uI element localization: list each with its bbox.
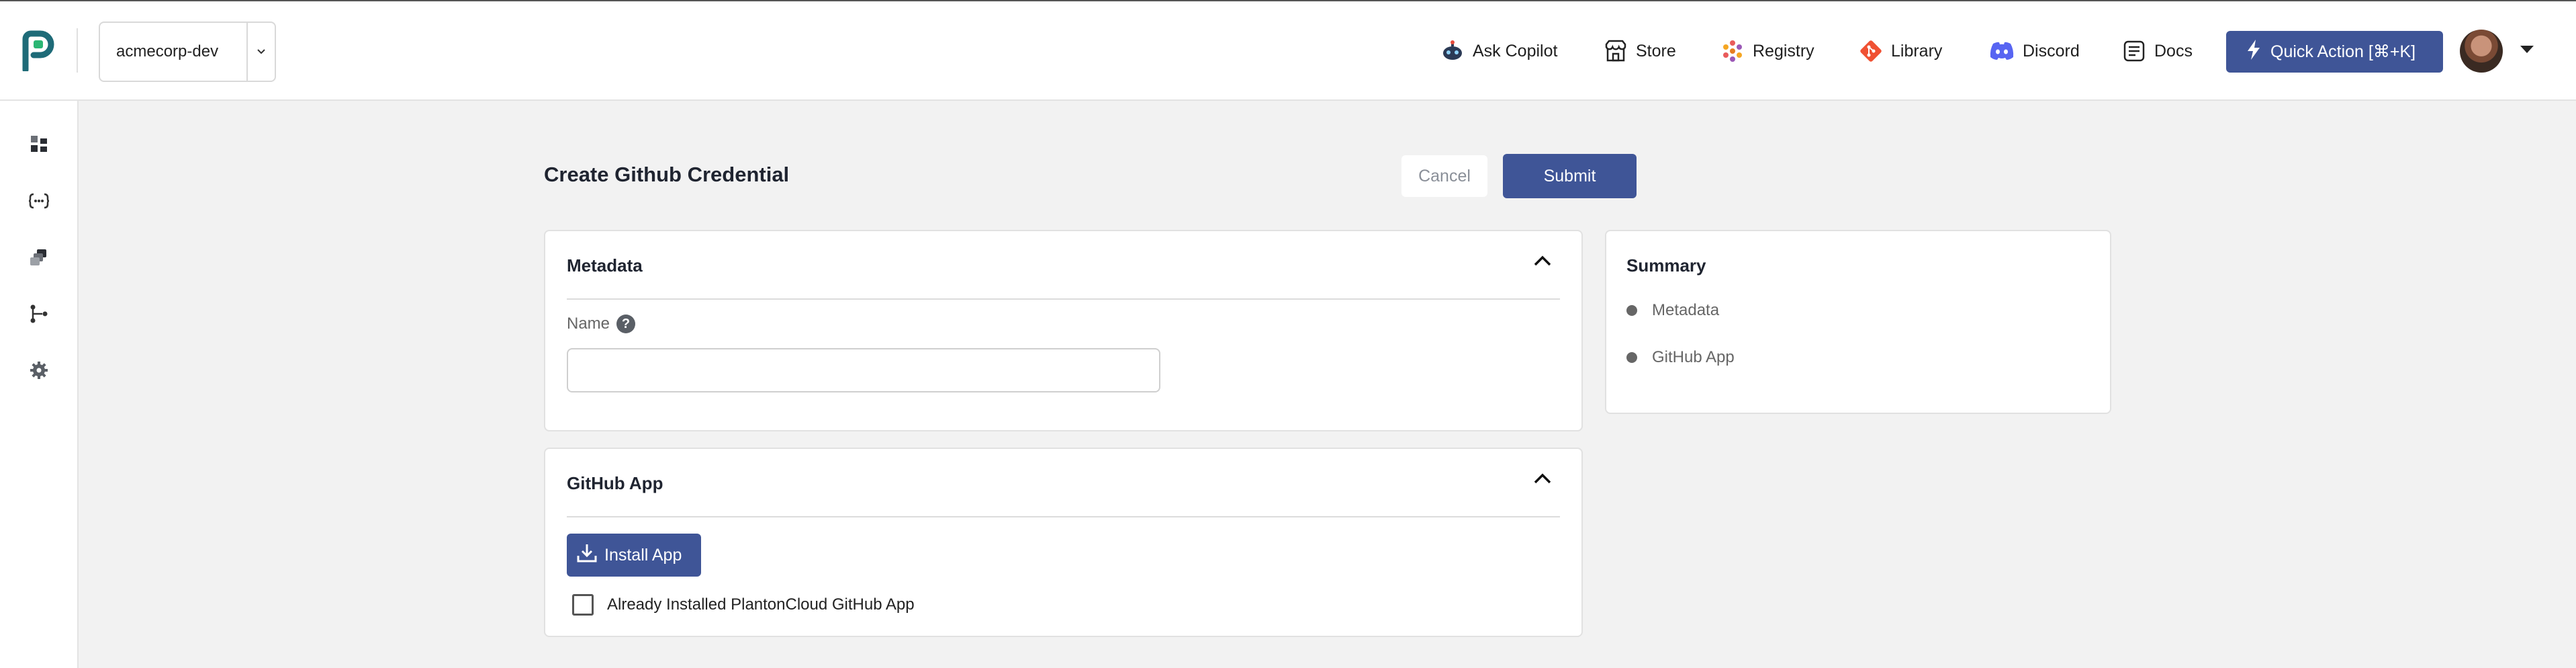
nav-registry-label: Registry: [1753, 41, 1814, 60]
flow-icon[interactable]: [28, 303, 50, 325]
summary-item-label: Metadata: [1652, 301, 1720, 319]
caret-down-icon[interactable]: [2520, 44, 2534, 57]
nav-discord[interactable]: Discord: [1989, 30, 2080, 73]
summary-card: Summary Metadata GitHub App: [1605, 230, 2111, 414]
cancel-button[interactable]: Cancel: [1401, 155, 1487, 197]
header-divider: [77, 28, 78, 73]
already-installed-label: Already Installed PlantonCloud GitHub Ap…: [607, 595, 915, 614]
settings-icon[interactable]: [28, 360, 50, 381]
top-bar: acmecorp-dev Ask Copilot Store Registry …: [0, 0, 2576, 101]
nav-discord-label: Discord: [2023, 41, 2080, 60]
nav-docs[interactable]: Docs: [2122, 30, 2193, 73]
summary-title: Summary: [1626, 255, 1706, 276]
org-selector[interactable]: acmecorp-dev: [99, 22, 276, 82]
github-app-divider: [567, 516, 1560, 517]
github-app-card: GitHub App Install App Already Installed…: [544, 448, 1583, 637]
nav-library[interactable]: Library: [1859, 30, 1942, 73]
summary-item-github-app[interactable]: GitHub App: [1626, 348, 1735, 367]
nav-docs-label: Docs: [2154, 41, 2193, 60]
chevron-up-icon[interactable]: [1533, 254, 1552, 271]
metadata-card: Metadata Name ?: [544, 230, 1583, 431]
git-icon: [1859, 39, 1883, 63]
name-field-label: Name ?: [567, 315, 636, 333]
nav-store-label: Store: [1636, 41, 1676, 60]
name-input[interactable]: [567, 348, 1160, 392]
nav-ask-copilot[interactable]: Ask Copilot: [1440, 30, 1557, 73]
org-name: acmecorp-dev: [116, 42, 219, 60]
already-installed-row[interactable]: Already Installed PlantonCloud GitHub Ap…: [572, 594, 915, 616]
install-app-button[interactable]: Install App: [567, 534, 701, 577]
nav-registry[interactable]: Registry: [1720, 30, 1814, 73]
copilot-icon: [1440, 40, 1465, 62]
stacks-icon[interactable]: [28, 247, 50, 268]
lightning-icon: [2246, 39, 2261, 65]
bullet-dot: [1626, 352, 1637, 363]
install-app-label: Install App: [604, 545, 682, 565]
already-installed-checkbox[interactable]: [572, 594, 594, 616]
nav-ask-copilot-label: Ask Copilot: [1473, 41, 1558, 60]
summary-item-label: GitHub App: [1652, 348, 1735, 366]
nav-library-label: Library: [1891, 41, 1943, 60]
sidebar: [0, 101, 79, 668]
store-icon: [1604, 39, 1628, 63]
help-icon[interactable]: ?: [616, 315, 636, 333]
bullet-dot: [1626, 305, 1637, 316]
nav-store[interactable]: Store: [1604, 30, 1676, 73]
registry-icon: [1720, 39, 1745, 63]
summary-item-metadata[interactable]: Metadata: [1626, 301, 1719, 320]
chevron-up-icon[interactable]: [1533, 472, 1552, 489]
chevron-down-icon[interactable]: [246, 23, 275, 81]
quick-action-label: Quick Action [⌘+K]: [2270, 42, 2416, 61]
metadata-divider: [567, 298, 1560, 300]
planton-logo[interactable]: [20, 30, 56, 73]
submit-button[interactable]: Submit: [1503, 154, 1637, 198]
download-icon: [576, 542, 598, 569]
page-title: Create Github Credential: [544, 163, 790, 186]
user-avatar[interactable]: [2460, 30, 2503, 73]
quick-action-button[interactable]: Quick Action [⌘+K]: [2226, 31, 2443, 73]
docs-icon: [2122, 39, 2146, 63]
metadata-card-title: Metadata: [567, 255, 643, 276]
name-label-text: Name: [567, 315, 610, 333]
github-app-card-title: GitHub App: [567, 473, 663, 493]
dashboard-icon[interactable]: [28, 133, 50, 155]
api-icon[interactable]: [28, 190, 50, 212]
discord-icon: [1989, 41, 2015, 61]
